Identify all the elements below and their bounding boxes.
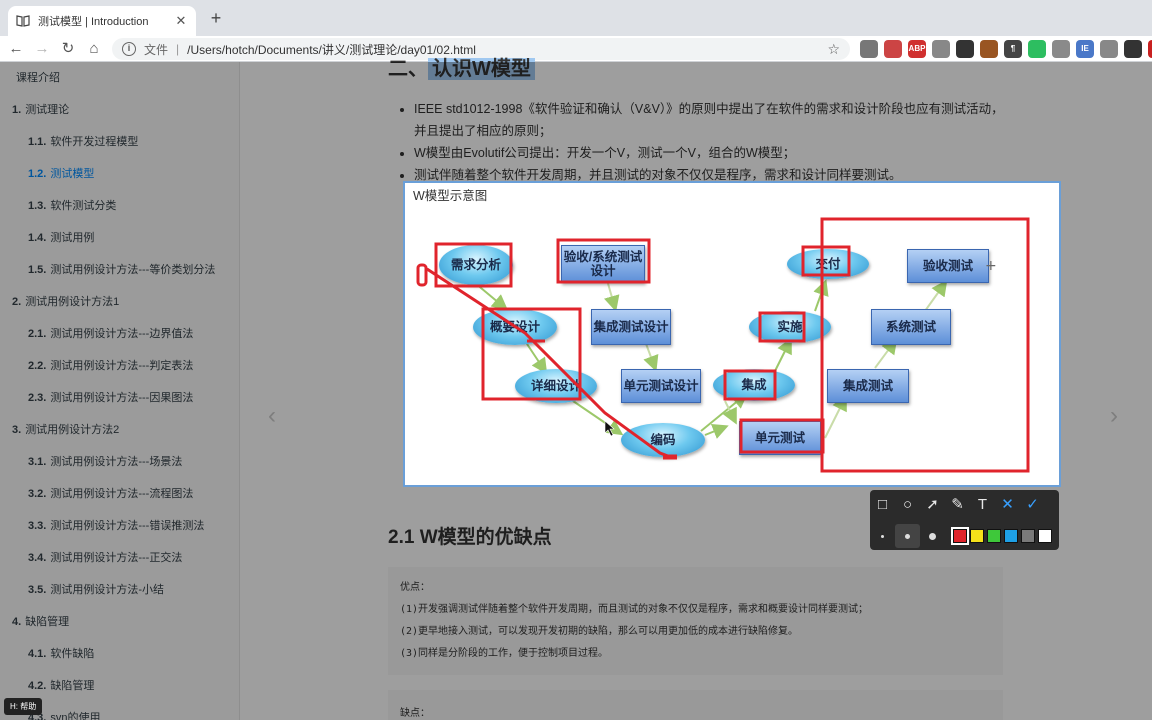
tab-close-icon[interactable]: ✕ [174,13,188,29]
annotation-rect [758,311,806,343]
url-scheme: 文件 [144,42,169,57]
annotation-rect [723,369,777,401]
ext-shield-icon[interactable] [1100,40,1118,58]
ext-ie-icon[interactable]: IE [1076,40,1094,58]
url-separator: | [176,42,180,56]
brush-size-large[interactable] [920,524,945,548]
info-icon[interactable]: i [122,42,136,56]
capture-selection[interactable]: W模型示意图 需求分析 验收/系统测试设计 交付 验收测试 概要设计 集成测试设… [403,181,1061,487]
cursor-crosshair-icon: + [985,258,997,274]
browser-toolbar: ← → ↻ ⌂ i 文件 | /Users/hotch/Documents/讲义… [0,36,1152,62]
annotation-rect [416,263,428,287]
color-swatch[interactable] [1004,529,1018,543]
w-model-diagram: W模型示意图 需求分析 验收/系统测试设计 交付 验收测试 概要设计 集成测试设… [405,183,1059,485]
new-tab-button[interactable]: + [206,8,226,28]
ext-puzzle-icon[interactable] [980,40,998,58]
annotation-tools-row: □ ○ ➚ ✎ T ✕ ✓ [870,492,1059,518]
tab-bar: 测试模型 | Introduction ✕ + [0,0,1152,36]
ellipse-tool-icon[interactable]: ○ [895,492,920,518]
rectangle-tool-icon[interactable]: □ [870,492,895,518]
ext-evernote-icon[interactable] [1028,40,1046,58]
annotation-rect [556,238,651,284]
cancel-icon[interactable]: ✕ [995,492,1020,518]
ext-circle-icon[interactable] [860,40,878,58]
text-tool-icon[interactable]: T [970,492,995,518]
confirm-icon[interactable]: ✓ [1020,492,1045,518]
annotation-rect [481,307,582,401]
annotation-rect [434,242,513,288]
color-swatch[interactable] [987,529,1001,543]
color-swatch[interactable] [970,529,984,543]
ext-paragraph-icon[interactable]: ¶ [1004,40,1022,58]
browser-tab[interactable]: 测试模型 | Introduction ✕ [8,6,196,36]
annotation-style-row [870,524,1059,548]
brush-size-small[interactable] [870,524,895,548]
color-swatch[interactable] [1021,529,1035,543]
ext-user-icon[interactable] [1124,40,1142,58]
reload-icon[interactable]: ↻ [58,39,78,59]
annotation-rect [739,418,825,454]
book-icon [16,15,30,27]
annotation-rect [801,245,851,277]
bookmark-star-icon[interactable]: ☆ [827,41,840,58]
brush-size-medium[interactable] [895,524,920,548]
red-annotations: + [416,217,1030,473]
tab-title: 测试模型 | Introduction [38,16,149,28]
ext-adblock-icon[interactable]: ABP [908,40,926,58]
ext-gear-icon[interactable] [932,40,950,58]
annotation-toolbar: □ ○ ➚ ✎ T ✕ ✓ [870,490,1059,550]
help-hint: H: 帮助 [4,698,43,715]
annotation-rect [820,217,1030,473]
ext-stop-icon[interactable] [1148,40,1152,58]
color-swatches [951,527,1055,545]
ext-robot-icon[interactable] [956,40,974,58]
brush-tool-icon[interactable]: ✎ [945,492,970,518]
ext-cube-icon[interactable] [1052,40,1070,58]
mouse-pointer-icon [604,420,615,437]
home-icon[interactable]: ⌂ [84,39,104,59]
color-swatch[interactable] [951,527,969,545]
back-icon[interactable]: ← [6,39,26,59]
annotation-stroke [426,267,674,460]
forward-icon[interactable]: → [32,39,52,59]
extensions-row: ABP ¶ IE [860,40,1152,58]
color-swatch[interactable] [1038,529,1052,543]
arrow-tool-icon[interactable]: ➚ [920,492,945,518]
ext-pin-icon[interactable] [884,40,902,58]
